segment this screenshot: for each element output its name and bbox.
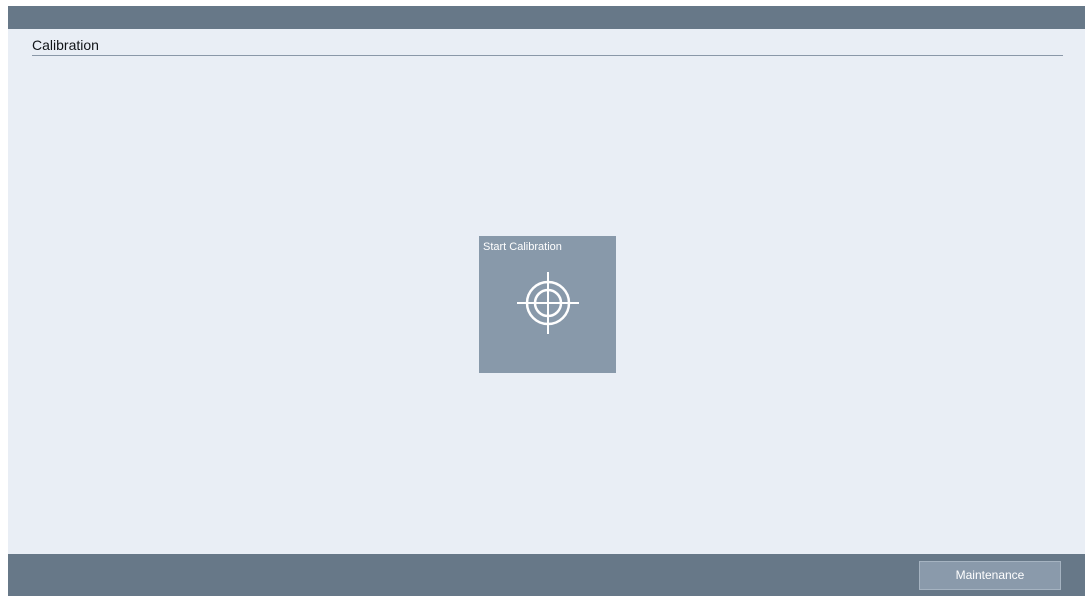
maintenance-button[interactable]: Maintenance [919,561,1061,590]
app-window: Calibration Start Calibration Maintenanc… [8,6,1085,596]
page-title: Calibration [32,37,99,53]
title-divider [32,55,1063,56]
crosshair-target-icon [517,272,579,334]
start-calibration-tile[interactable]: Start Calibration [479,236,616,373]
start-calibration-label: Start Calibration [483,241,562,253]
top-bar [8,6,1085,29]
bottom-bar: Maintenance [8,554,1085,596]
